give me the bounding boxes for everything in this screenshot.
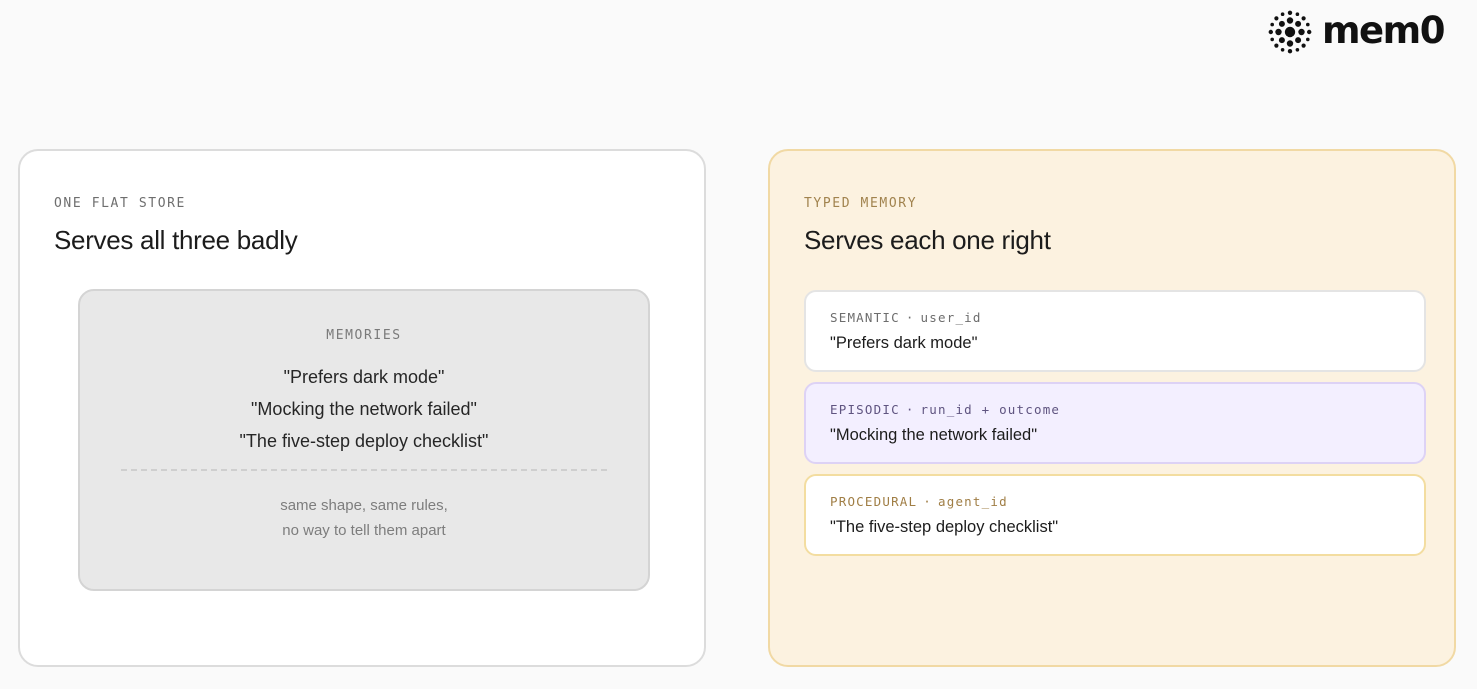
memories-store-box: MEMORIES "Prefers dark mode" "Mocking th… bbox=[78, 289, 650, 591]
dashed-divider bbox=[121, 469, 607, 471]
memory-item-procedural: "The five-step deploy checklist" bbox=[239, 431, 489, 451]
semantic-type: SEMANTIC bbox=[830, 310, 900, 325]
store-note: same shape, same rules, no way to tell t… bbox=[80, 493, 648, 543]
episodic-key: run_id + outcome bbox=[920, 402, 1061, 417]
semantic-memory-card: SEMANTIC · user_id "Prefers dark mode" bbox=[804, 290, 1426, 372]
semantic-card-tag: SEMANTIC · user_id bbox=[830, 310, 1400, 325]
episodic-memory-card: EPISODIC · run_id + outcome "Mocking the n… bbox=[804, 382, 1426, 464]
typed-memory-cards: SEMANTIC · user_id "Prefers dark mode" EPI… bbox=[804, 290, 1426, 566]
flat-store-eyebrow: ONE FLAT STORE bbox=[54, 196, 186, 211]
typed-memory-heading: Serves each one right bbox=[804, 225, 1051, 255]
procedural-card-value: "The five-step deploy checklist" bbox=[830, 518, 1059, 536]
flat-store-heading: Serves all three badly bbox=[54, 225, 298, 255]
mem0-logo: mem0 bbox=[1268, 9, 1445, 54]
memory-item-episodic: "Mocking the network failed" bbox=[251, 399, 477, 419]
mem0-dots-icon bbox=[1268, 10, 1312, 54]
typed-memory-eyebrow: TYPED MEMORY bbox=[804, 196, 918, 211]
episodic-card-tag: EPISODIC · run_id + outcome bbox=[830, 402, 1400, 417]
memories-label: MEMORIES bbox=[326, 328, 402, 343]
store-note-line-2: no way to tell them apart bbox=[282, 522, 446, 539]
memory-item-semantic: "Prefers dark mode" bbox=[283, 367, 445, 387]
procedural-memory-card: PROCEDURAL · agent_id "The five-step deplo… bbox=[804, 474, 1426, 556]
episodic-type: EPISODIC bbox=[830, 402, 900, 417]
procedural-card-tag: PROCEDURAL · agent_id bbox=[830, 494, 1400, 509]
flat-store-panel: ONE FLAT STORE Serves all three badly ME… bbox=[18, 149, 706, 667]
procedural-type: PROCEDURAL bbox=[830, 494, 918, 509]
memories-list: "Prefers dark mode" "Mocking the network… bbox=[80, 361, 648, 457]
semantic-key: user_id bbox=[920, 310, 982, 325]
mem0-wordmark: mem0 bbox=[1322, 9, 1445, 52]
semantic-card-value: "Prefers dark mode" bbox=[830, 334, 978, 352]
store-note-line-1: same shape, same rules, bbox=[280, 497, 448, 514]
tag-separator: · bbox=[905, 310, 915, 325]
tag-separator: · bbox=[923, 494, 932, 509]
tag-separator: · bbox=[905, 402, 915, 417]
typed-memory-panel: TYPED MEMORY Serves each one right SEMAN… bbox=[768, 149, 1456, 667]
procedural-key: agent_id bbox=[938, 494, 1008, 509]
episodic-card-value: "Mocking the network failed" bbox=[830, 426, 1038, 444]
